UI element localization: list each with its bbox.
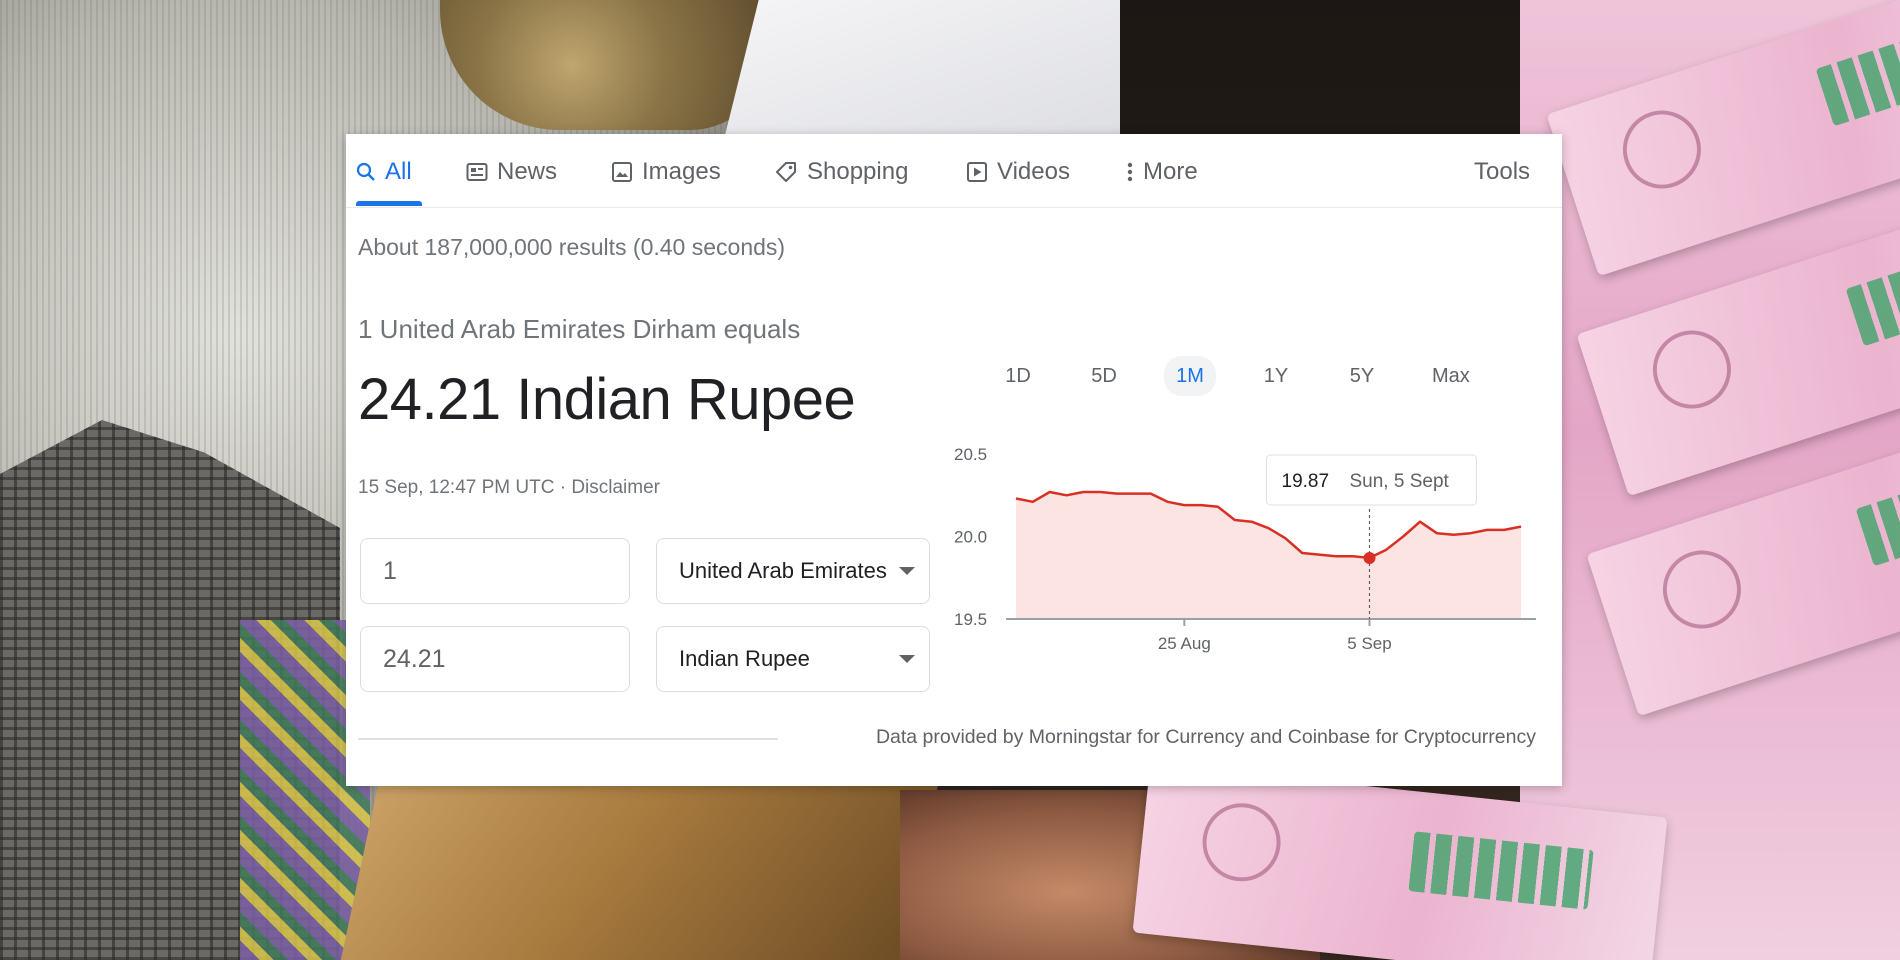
dropdown-arrow-icon <box>899 655 915 663</box>
x-tick-label: 5 Sep <box>1347 634 1391 653</box>
tab-images[interactable]: Images <box>611 152 721 192</box>
news-icon <box>466 162 488 182</box>
conversion-equals-text: 1 United Arab Emirates Dirham equals <box>358 314 801 344</box>
divider <box>358 738 778 740</box>
exchange-rate-chart[interactable]: 20.5 20.0 19.5 25 Aug 5 Sep 19.87 Sun, 5 Sept <box>946 434 1546 674</box>
x-tick-label: 25 Aug <box>1158 634 1211 653</box>
tab-label: Videos <box>997 158 1070 185</box>
more-vert-icon <box>1126 161 1134 183</box>
tab-all[interactable]: All <box>356 152 412 192</box>
range-5y[interactable]: 5Y <box>1336 356 1388 396</box>
tools-button[interactable]: Tools <box>1474 152 1530 192</box>
range-1y[interactable]: 1Y <box>1250 356 1302 396</box>
tab-more[interactable]: More <box>1126 152 1198 192</box>
chart-area-fill <box>1016 492 1521 619</box>
tag-icon <box>774 160 798 184</box>
range-5d[interactable]: 5D <box>1078 356 1130 396</box>
conversion-result: 24.21 Indian Rupee <box>358 367 856 432</box>
conversion-meta: 15 Sep, 12:47 PM UTC · Disclaimer <box>358 477 660 499</box>
result-stats: About 187,000,000 results (0.40 seconds) <box>358 234 786 260</box>
search-icon <box>356 162 376 182</box>
tab-label: More <box>1143 158 1198 185</box>
range-max[interactable]: Max <box>1422 356 1480 396</box>
tab-label: News <box>497 158 558 185</box>
highlight-point <box>1363 551 1376 564</box>
search-results-card: All News Images Shopping Videos More Too… <box>346 134 1562 786</box>
to-amount-input[interactable]: 24.21 <box>360 626 630 692</box>
y-tick-label: 20.0 <box>954 528 987 547</box>
y-tick-label: 19.5 <box>954 610 987 629</box>
y-tick-label: 20.5 <box>954 445 987 464</box>
dirham-note-corner <box>340 780 940 960</box>
tab-label: All <box>385 158 412 185</box>
range-1d[interactable]: 1D <box>992 356 1044 396</box>
search-tabs-bar: All News Images Shopping Videos More Too… <box>346 134 1562 208</box>
tab-videos[interactable]: Videos <box>966 152 1070 192</box>
tools-label: Tools <box>1474 158 1531 185</box>
data-source-note: Data provided by Morningstar for Currenc… <box>875 726 1536 748</box>
to-currency-value: Indian Rupee <box>679 646 810 671</box>
image-icon <box>611 161 633 183</box>
tooltip-value: 19.87 <box>1282 471 1330 492</box>
tooltip-date: Sun, 5 Sept <box>1350 471 1450 492</box>
video-icon <box>966 161 988 183</box>
from-currency-select[interactable]: United Arab Emirates Dirham <box>656 538 930 604</box>
disclaimer-link[interactable]: Disclaimer <box>571 477 660 498</box>
conversion-timestamp: 15 Sep, 12:47 PM UTC · <box>358 477 572 498</box>
from-amount-input[interactable]: 1 <box>360 538 630 604</box>
to-currency-select[interactable]: Indian Rupee <box>656 626 930 692</box>
tab-label: Images <box>642 158 721 185</box>
tab-shopping[interactable]: Shopping <box>774 152 908 192</box>
dropdown-arrow-icon <box>899 567 915 575</box>
from-currency-value: United Arab Emirates Dirham <box>679 558 893 583</box>
tab-label: Shopping <box>807 158 909 185</box>
range-1m[interactable]: 1M <box>1164 356 1216 396</box>
tab-news[interactable]: News <box>466 152 557 192</box>
active-tab-indicator <box>356 201 422 206</box>
paper-sheet <box>721 0 1179 150</box>
